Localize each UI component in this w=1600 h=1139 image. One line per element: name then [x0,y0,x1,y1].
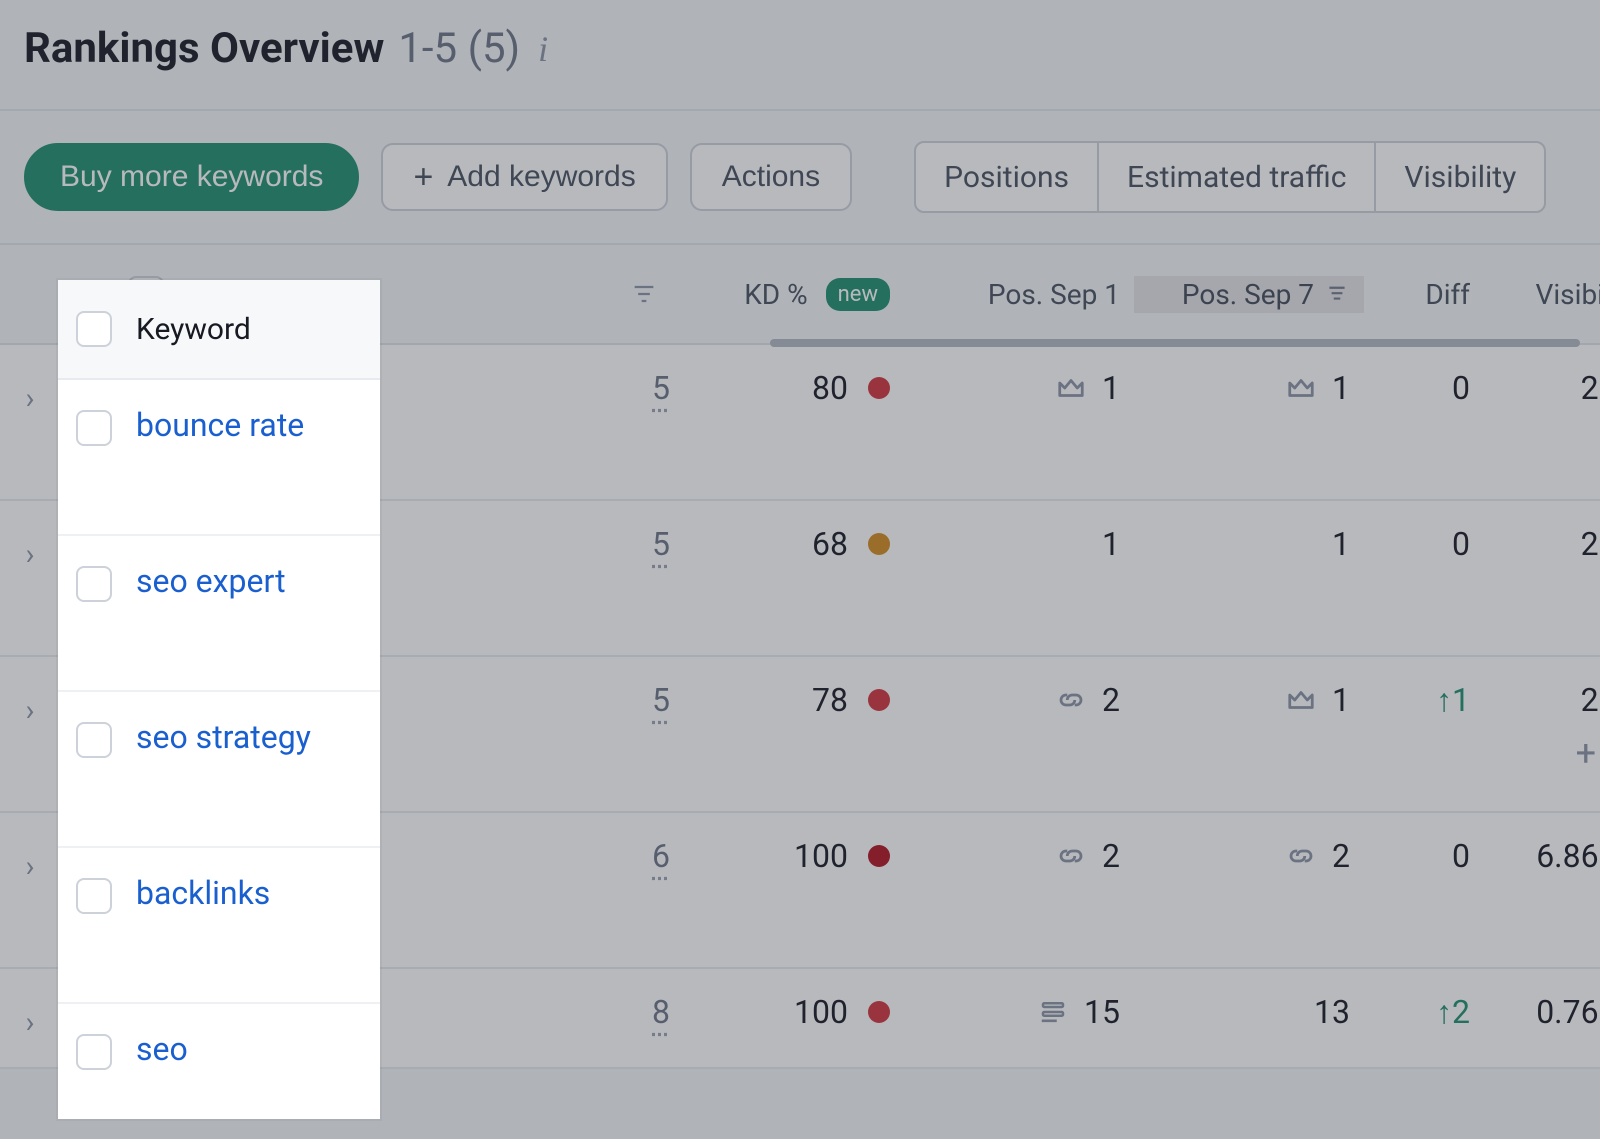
kd-cell: 78 [684,657,904,719]
keyword-link[interactable]: backlinks [136,874,270,912]
spotlight-row: bounce rate [58,380,380,536]
pos1-cell: 2 [904,813,1134,875]
crown-icon [1286,373,1316,403]
diff-cell: 0 [1364,501,1484,563]
expand-row-icon[interactable]: › [0,969,60,1040]
row-checkbox[interactable] [76,566,112,602]
serp-features-count[interactable]: 8 [652,993,670,1031]
crown-icon [1286,685,1316,715]
kd-dot-icon [868,1001,890,1023]
add-keywords-label: Add keywords [447,160,635,194]
spotlight-row: seo [58,1004,380,1090]
row-checkbox[interactable] [76,878,112,914]
link-icon [1286,841,1316,871]
add-keywords-button[interactable]: + Add keywords [381,143,667,211]
link-icon [1056,841,1086,871]
kd-dot-icon [868,689,890,711]
horizontal-scroll-thumb[interactable] [770,339,1580,347]
pos1-cell: 1 [904,501,1134,563]
expand-row-icon[interactable]: › [0,813,60,884]
kd-dot-icon [868,533,890,555]
tab-positions[interactable]: Positions [916,143,1099,211]
diff-cell: ↑2 [1364,969,1484,1031]
page-range: 1-5 (5) [398,24,520,73]
pos1-cell: 1 [904,345,1134,407]
buy-more-keywords-button[interactable]: Buy more keywords [24,143,359,211]
th-pos-sep1[interactable]: Pos. Sep 1 [904,278,1134,311]
kd-cell: 80 [684,345,904,407]
row-checkbox[interactable] [76,410,112,446]
pos1-cell: 15 [904,969,1134,1031]
expand-row-icon[interactable]: › [0,345,60,416]
th-visibility[interactable]: Visibility [1484,278,1600,311]
view-tabs: Positions Estimated traffic Visibility [914,141,1546,213]
actions-label: Actions [722,160,820,194]
kd-dot-icon [868,845,890,867]
visibility-cell: 20% [1484,501,1600,563]
pos2-cell: 1 [1134,501,1364,563]
toolbar: Buy more keywords + Add keywords Actions… [0,111,1600,245]
visibility-cell: 0.769% [1484,969,1600,1031]
info-icon[interactable]: i [538,28,548,70]
pos2-cell: 2 [1134,813,1364,875]
expand-row-icon[interactable]: › [0,501,60,572]
row-checkbox[interactable] [76,1034,112,1070]
serp-features-count[interactable]: 5 [652,525,670,563]
add-column-icon[interactable]: + [1576,732,1596,774]
kd-cell: 100 [684,813,904,875]
visibility-cell: 20% [1484,657,1600,719]
serp-features-filter-icon[interactable] [604,280,684,308]
crown-icon [1056,373,1086,403]
diff-cell: 0 [1364,345,1484,407]
keyword-link[interactable]: seo expert [136,562,286,600]
kd-dot-icon [868,377,890,399]
spotlight-row: seo strategy [58,692,380,848]
spotlight-select-all-checkbox[interactable] [76,311,112,347]
plus-icon: + [413,160,433,194]
spotlight-row: backlinks [58,848,380,1004]
tab-visibility[interactable]: Visibility [1376,143,1544,211]
serp-features-count[interactable]: 6 [652,837,670,875]
pos2-cell: 1 [1134,657,1364,719]
pos2-cell: 1 [1134,345,1364,407]
row-checkbox[interactable] [76,722,112,758]
page-header: Rankings Overview 1-5 (5) i [0,0,1600,111]
keyword-link[interactable]: seo strategy [136,718,311,756]
kd-cell: 100 [684,969,904,1031]
keyword-link[interactable]: seo [136,1030,188,1068]
spotlight-keyword-column: Keyword bounce rate seo expert seo strat… [58,280,380,1119]
spotlight-row: seo expert [58,536,380,692]
buy-more-label: Buy more keywords [60,160,323,194]
th-kd[interactable]: KD % new [684,278,904,311]
kd-cell: 68 [684,501,904,563]
serp-features-count[interactable]: 5 [652,369,670,407]
visibility-cell: 20% [1484,345,1600,407]
diff-cell: ↑1 [1364,657,1484,719]
pos2-cell: 13 [1134,969,1364,1031]
link-icon [1056,685,1086,715]
page-title: Rankings Overview [24,24,384,73]
keyword-link[interactable]: bounce rate [136,406,304,444]
diff-cell: 0 [1364,813,1484,875]
visibility-cell: 6.868% [1484,813,1600,875]
sort-icon [1324,278,1350,310]
expand-row-icon[interactable]: › [0,657,60,728]
actions-button[interactable]: Actions [690,143,852,211]
spotlight-keyword-header: Keyword [136,312,251,347]
th-pos-sep7[interactable]: Pos. Sep 7 [1134,278,1364,311]
new-badge: new [826,278,890,311]
serp-features-count[interactable]: 5 [652,681,670,719]
tab-estimated-traffic[interactable]: Estimated traffic [1099,143,1376,211]
th-diff[interactable]: Diff [1364,278,1484,311]
serp-icon [1038,997,1068,1027]
pos1-cell: 2 [904,657,1134,719]
